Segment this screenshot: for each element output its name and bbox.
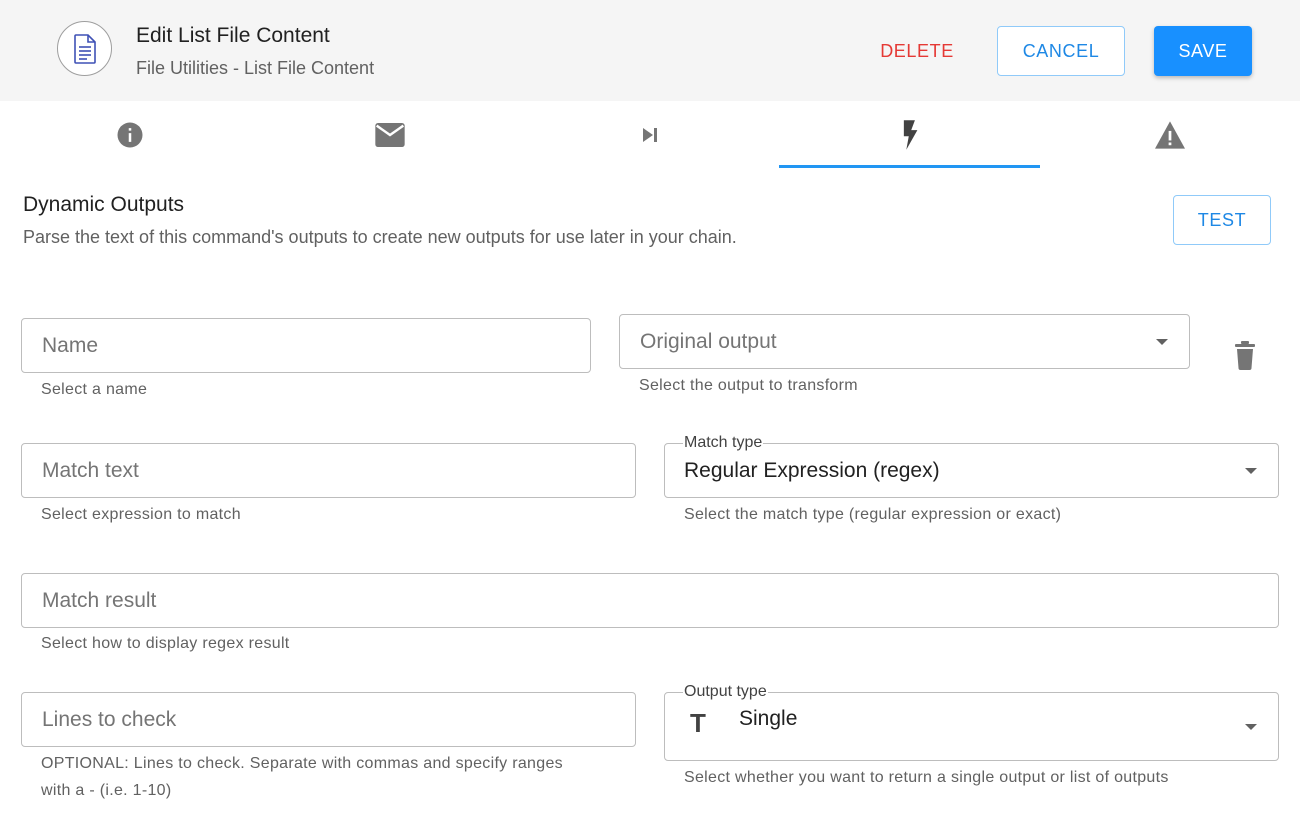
name-helper: Select a name [41,381,148,398]
name-placeholder: Name [42,333,99,357]
output-type-value: Single [739,707,798,730]
save-button[interactable]: SAVE [1154,26,1252,76]
match-result-helper: Select how to display regex result [41,635,290,652]
lines-to-check-helper-cont: with a - (i.e. 1-10) [41,782,172,799]
trash-icon[interactable] [1233,340,1257,370]
match-type-helper: Select the match type (regular expressio… [684,506,1062,523]
text-type-icon: T [690,708,706,738]
tab-info[interactable] [0,101,260,169]
lines-to-check-input[interactable]: Lines to check [21,692,636,747]
name-input[interactable]: Name [21,318,591,373]
original-output-helper: Select the output to transform [639,377,858,394]
tab-warning[interactable] [1040,101,1300,169]
info-icon [117,122,143,148]
chevron-down-icon [1245,724,1257,730]
flash-icon [903,120,918,150]
output-type-helper: Select whether you want to return a sing… [684,769,1169,786]
output-type-select[interactable]: T Single [664,692,1279,761]
chevron-down-icon [1245,468,1257,474]
match-type-value: Regular Expression (regex) [684,458,940,482]
output-type-label: Output type [683,683,768,701]
document-icon [57,21,112,76]
tab-bar [0,101,1300,169]
dialog-subtitle: File Utilities - List File Content [136,58,375,78]
tab-mail[interactable] [260,101,520,169]
cancel-button[interactable]: CANCEL [997,26,1125,76]
mail-icon [375,123,405,147]
dialog-title: Edit List File Content [136,24,330,47]
test-button[interactable]: TEST [1173,195,1271,245]
section-description: Parse the text of this command's outputs… [23,227,737,247]
tab-skip-next[interactable] [520,101,780,169]
match-text-placeholder: Match text [42,458,139,482]
match-text-input[interactable]: Match text [21,443,636,498]
dialog-header: Edit List File Content File Utilities - … [0,0,1300,101]
tab-flash[interactable] [780,101,1040,169]
original-output-placeholder: Original output [640,329,777,353]
match-text-helper: Select expression to match [41,506,241,523]
delete-button[interactable]: DELETE [866,26,968,76]
match-type-label: Match type [683,434,764,452]
original-output-select[interactable]: Original output [619,314,1190,369]
skip-next-icon [643,128,657,142]
active-tab-indicator [779,165,1040,168]
chevron-down-icon [1156,339,1168,345]
warning-icon [1155,121,1185,149]
section-title: Dynamic Outputs [23,193,185,216]
match-result-placeholder: Match result [42,588,157,612]
lines-to-check-placeholder: Lines to check [42,707,177,731]
match-result-input[interactable]: Match result [21,573,1279,628]
lines-to-check-helper: OPTIONAL: Lines to check. Separate with … [41,755,563,772]
